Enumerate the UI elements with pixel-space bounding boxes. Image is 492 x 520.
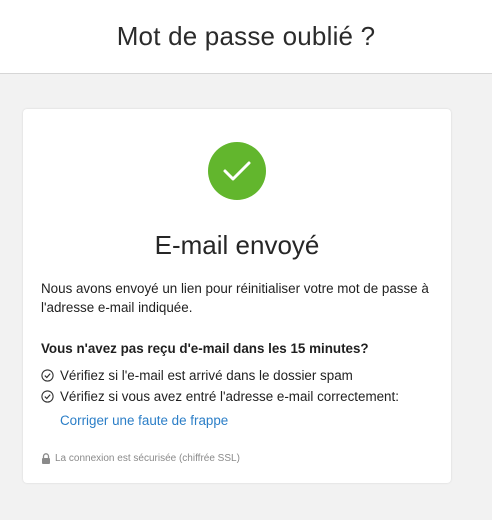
lock-icon — [41, 453, 51, 464]
tips-list: Vérifiez si l'e-mail est arrivé dans le … — [41, 365, 441, 407]
page-title: Mot de passe oublié ? — [116, 21, 376, 51]
card-title: E-mail envoyé — [154, 230, 320, 260]
tip-item: Vérifiez si l'e-mail est arrivé dans le … — [41, 365, 441, 386]
tip-text: Vérifiez si vous avez entré l'adresse e-… — [60, 389, 399, 404]
tip-text: Vérifiez si l'e-mail est arrivé dans le … — [60, 368, 353, 383]
check-outline-icon — [41, 369, 54, 382]
confirmation-description: Nous avons envoyé un lien pour réinitial… — [41, 281, 429, 315]
check-outline-icon — [41, 390, 54, 403]
check-circle-icon — [208, 142, 266, 200]
page-header: Mot de passe oublié ? — [0, 0, 492, 74]
tip-item: Vérifiez si vous avez entré l'adresse e-… — [41, 386, 441, 407]
secure-text: La connexion est sécurisée (chiffrée SSL… — [55, 453, 240, 464]
no-email-subheading: Vous n'avez pas reçu d'e-mail dans les 1… — [41, 341, 369, 356]
confirmation-card: E-mail envoyé Nous avons envoyé un lien … — [23, 109, 451, 483]
fix-typo-link[interactable]: Corriger une faute de frappe — [60, 413, 228, 428]
secure-connection-notice: La connexion est sécurisée (chiffrée SSL… — [41, 453, 240, 464]
